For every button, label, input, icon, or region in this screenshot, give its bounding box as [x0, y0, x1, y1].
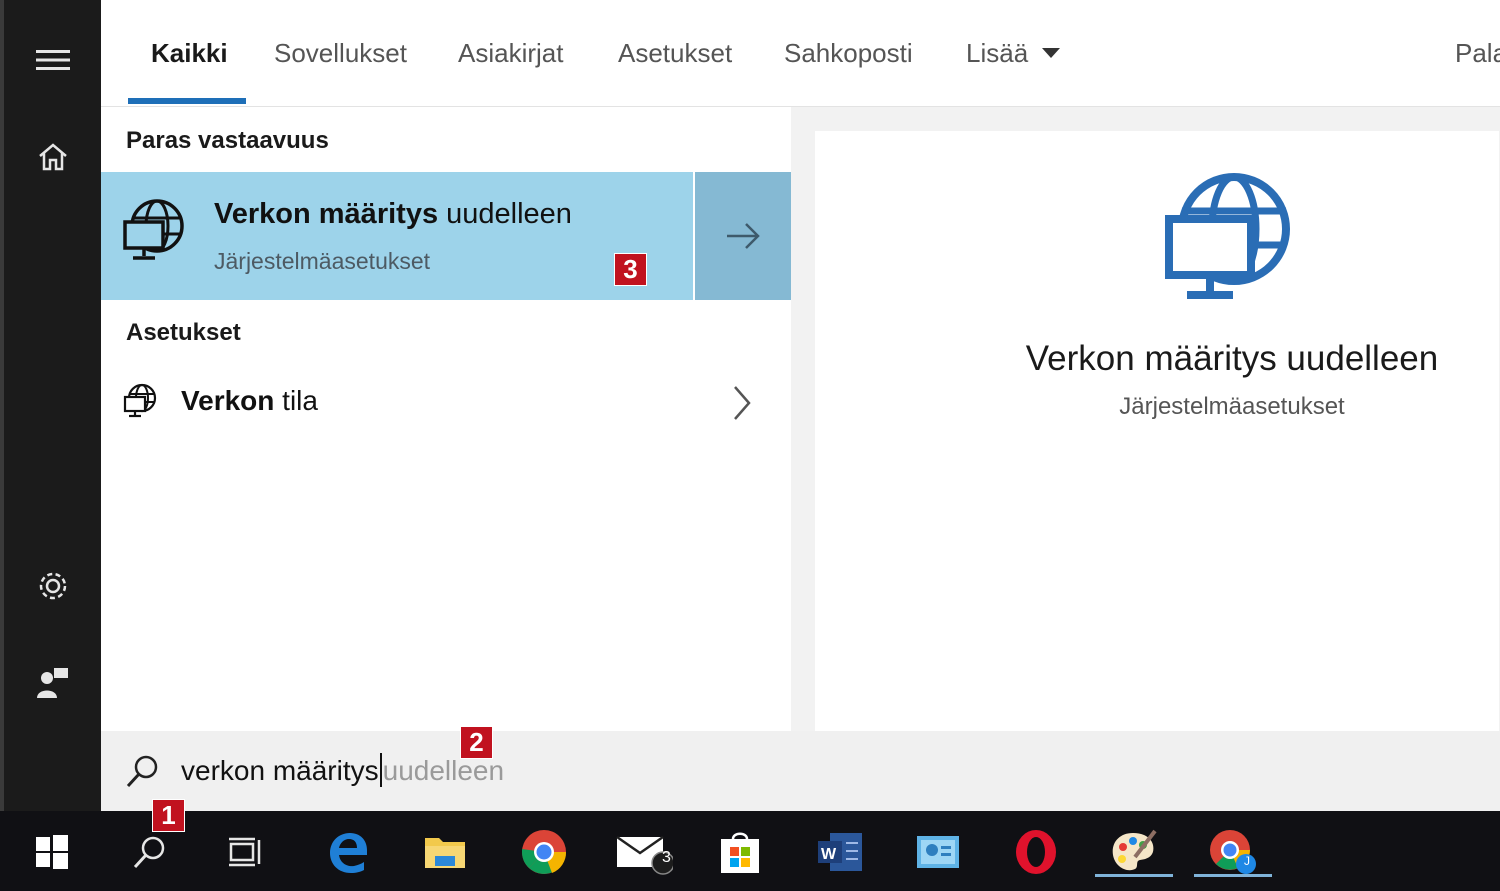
mail-count-badge: 3 — [662, 849, 671, 866]
search-box[interactable]: verkon määritys uudelleen 2 — [101, 726, 1500, 811]
store-button[interactable] — [710, 825, 770, 879]
opera-button[interactable] — [1006, 825, 1066, 879]
chrome-button[interactable] — [514, 825, 574, 879]
tab-more[interactable]: Lisää — [966, 38, 1061, 69]
task-view-button[interactable] — [215, 825, 275, 879]
opera-icon — [1016, 830, 1056, 874]
best-match-title-bold: Verkon määritys — [214, 198, 439, 230]
tab-email[interactable]: Sahkoposti — [784, 38, 913, 69]
control-panel-button[interactable] — [908, 825, 968, 879]
setting-item-label-bold: Verkon — [181, 385, 275, 416]
setting-item-network-status[interactable]: Verkon tila — [101, 367, 791, 437]
search-icon — [133, 836, 165, 869]
mail-button[interactable]: 3 — [613, 825, 673, 879]
tab-settings[interactable]: Asetukset — [618, 38, 732, 69]
network-globe-icon — [123, 198, 187, 269]
start-button[interactable] — [22, 825, 82, 879]
arrow-right-icon — [727, 223, 760, 249]
hamburger-menu-button[interactable] — [4, 30, 101, 90]
home-icon — [38, 143, 67, 171]
best-match-subtitle: Järjestelmäasetukset — [214, 248, 431, 274]
task-view-icon — [229, 837, 261, 867]
chrome-profile-icon — [1210, 830, 1256, 874]
preview-card: Verkon määritys uudelleen Järjestelmäase… — [815, 131, 1499, 731]
preview-subtitle: Järjestelmäasetukset — [1119, 393, 1345, 420]
search-autocomplete: uudelleen — [382, 755, 505, 786]
setting-item-label-rest: tila — [274, 385, 318, 416]
feedback-button[interactable] — [4, 653, 101, 713]
windows-start-icon — [36, 835, 68, 869]
edge-icon — [330, 833, 367, 873]
file-explorer-icon — [425, 838, 465, 868]
tab-all[interactable]: Kaikki — [151, 38, 228, 69]
active-tab-indicator — [128, 98, 246, 104]
filter-tabs: Kaikki Sovellukset Asiakirjat Asetukset … — [101, 0, 1500, 107]
chevron-right-icon — [731, 385, 753, 426]
best-match-item[interactable]: Verkon määritys uudelleen Järjestelmäase… — [101, 172, 693, 300]
best-match-title: Verkon määritys uudelleen — [214, 198, 572, 231]
profile-initial: J — [1244, 854, 1250, 868]
search-panel: Kaikki Sovellukset Asiakirjat Asetukset … — [101, 0, 1500, 811]
chrome-profile-button[interactable]: J — [1194, 825, 1272, 879]
paint-icon — [1112, 829, 1157, 871]
tab-documents[interactable]: Asiakirjat — [458, 38, 563, 69]
taskbar-search-button[interactable] — [120, 825, 180, 879]
home-button[interactable] — [4, 127, 101, 187]
settings-button[interactable] — [4, 556, 101, 616]
file-explorer-button[interactable] — [415, 825, 475, 879]
preview-title: Verkon määritys uudelleen — [1025, 339, 1439, 378]
network-globe-icon — [123, 383, 159, 424]
callout-badge-1: 1 — [152, 799, 185, 832]
search-typed-text: verkon määritys — [181, 755, 379, 786]
paint-button[interactable] — [1095, 825, 1173, 879]
network-globe-icon — [1165, 171, 1293, 308]
search-icon — [125, 753, 161, 794]
callout-badge-2: 2 — [460, 726, 493, 759]
chrome-icon — [522, 830, 567, 874]
edge-button[interactable] — [318, 825, 378, 879]
text-cursor — [379, 752, 382, 787]
tab-feedback[interactable]: Pala — [1455, 38, 1500, 69]
running-indicator — [1095, 874, 1173, 877]
word-button[interactable]: W — [810, 825, 870, 879]
best-match-heading: Paras vastaavuus — [126, 127, 329, 154]
left-rail — [0, 0, 101, 811]
store-icon — [721, 832, 759, 873]
tab-apps[interactable]: Sovellukset — [274, 38, 407, 69]
open-best-match-button[interactable] — [695, 172, 791, 300]
tab-more-label: Lisää — [966, 38, 1029, 68]
callout-badge-3: 3 — [614, 253, 647, 286]
control-panel-icon — [917, 836, 959, 868]
word-icon: W — [818, 833, 862, 871]
search-input[interactable]: verkon määritys uudelleen — [181, 752, 505, 790]
settings-heading: Asetukset — [126, 319, 241, 346]
settings-gear-icon — [39, 572, 66, 600]
taskbar: 1 3 W J — [0, 799, 1500, 891]
results-list: Paras vastaavuus Verkon määritys uudelle… — [101, 107, 791, 731]
feedback-person-icon — [36, 668, 68, 698]
running-indicator — [1194, 874, 1272, 877]
svg-text:W: W — [821, 846, 837, 863]
chevron-down-icon — [1042, 48, 1061, 59]
hamburger-icon — [35, 50, 70, 70]
setting-item-label: Verkon tila — [181, 385, 318, 417]
best-match-title-rest: uudelleen — [438, 198, 572, 230]
